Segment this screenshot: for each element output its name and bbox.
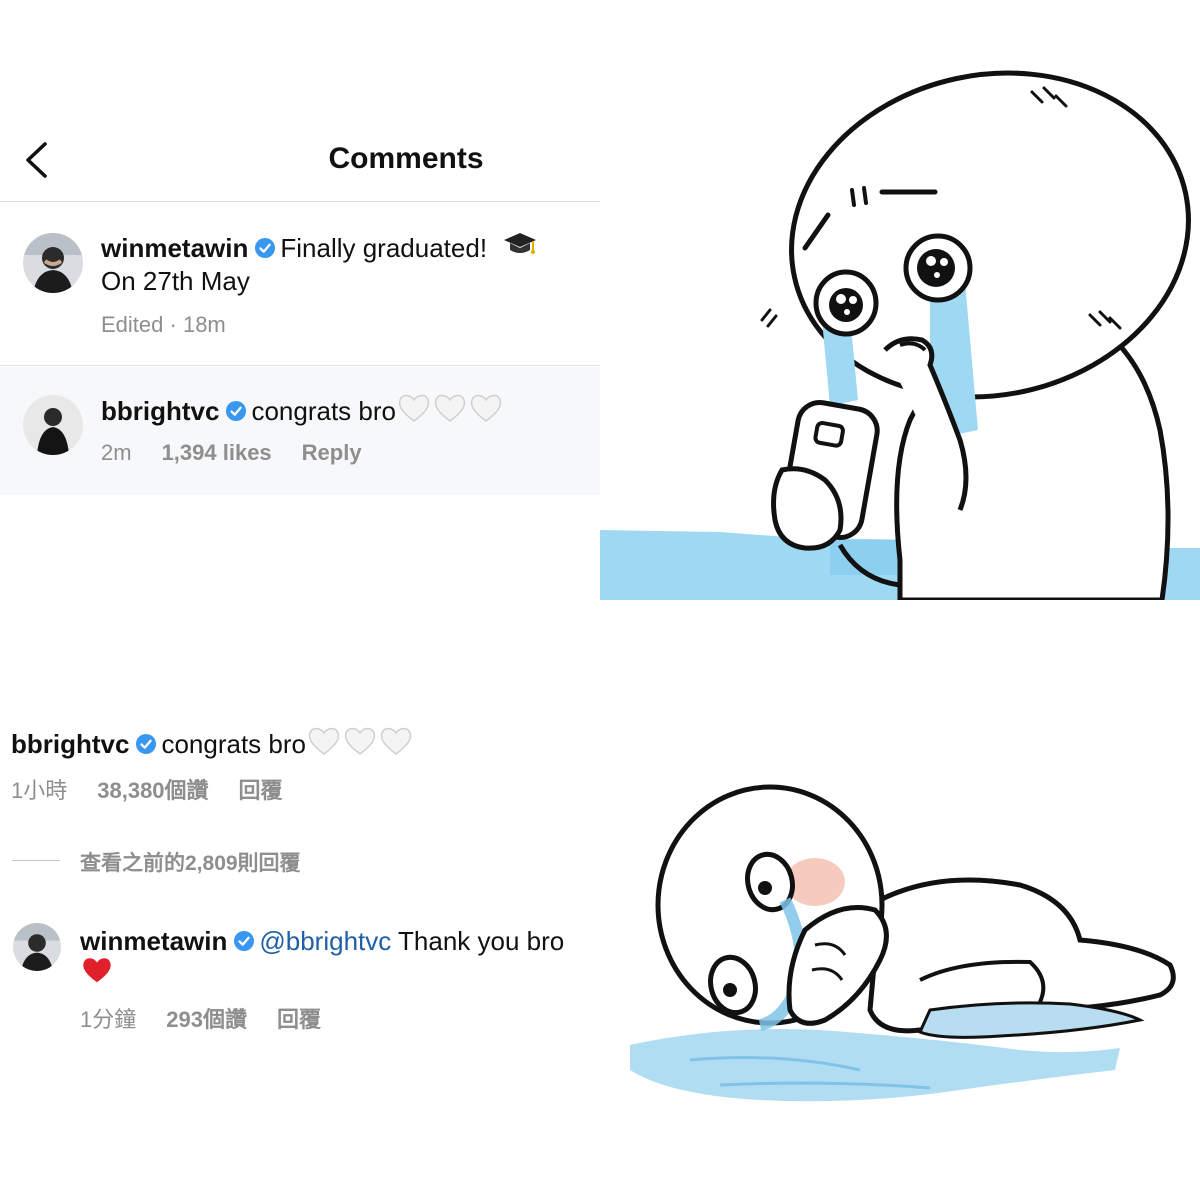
chevron-left-icon	[26, 142, 47, 178]
comments-header: Comments	[0, 118, 600, 202]
comment-username[interactable]: bbrightvc	[101, 396, 219, 426]
verified-badge-icon	[255, 238, 276, 258]
verified-badge-icon	[234, 931, 255, 951]
comment-time: 2m	[101, 440, 132, 465]
back-button[interactable]	[18, 136, 58, 184]
reply-button[interactable]: Reply	[302, 440, 362, 466]
comment-text: congrats bro	[161, 729, 306, 759]
reply-button[interactable]: 回覆	[277, 1002, 321, 1034]
avatar[interactable]	[23, 233, 83, 293]
comment-text: Thank you bro	[398, 926, 565, 956]
verified-badge-icon	[226, 401, 247, 421]
avatar[interactable]	[23, 395, 83, 455]
replies-divider	[12, 860, 60, 861]
comment-text: Finally graduated!	[280, 233, 488, 263]
comment-username[interactable]: winmetawin	[80, 926, 227, 956]
edited-label: Edited	[101, 312, 164, 337]
comment-text: congrats bro	[251, 396, 396, 426]
comment-time: 1分鐘	[80, 1007, 137, 1032]
red-heart-icon	[83, 958, 111, 983]
comment-time: 18m	[182, 312, 226, 337]
comments-screenshot-bottom: bbrightvc congrats bro 1小時 38,380個讚 回覆 查看之前…	[0, 600, 600, 1199]
comment-text-line2: On 27th May	[101, 266, 250, 296]
likes-count[interactable]: 293個讚	[166, 1002, 247, 1034]
white-heart-icon	[306, 727, 414, 759]
comment-line: bbrightvc congrats bro	[11, 725, 414, 761]
avatar[interactable]	[13, 923, 61, 971]
likes-count[interactable]: 38,380個讚	[97, 773, 208, 805]
comment-username[interactable]: winmetawin	[101, 233, 248, 263]
lying-crying-character-illustration	[600, 600, 1200, 1199]
reply-line: winmetawin @bbrightvc Thank you bro	[80, 924, 564, 958]
comment-row-caption: winmetawin Finally graduated! On 27th May…	[0, 203, 600, 366]
comment-username[interactable]: bbrightvc	[11, 729, 129, 759]
reply-button[interactable]: 回覆	[239, 773, 283, 805]
likes-count[interactable]: 1,394 likes	[162, 440, 272, 466]
graduation-cap-icon	[504, 233, 537, 254]
comment-row: bbrightvc congrats bro 2m 1,394 likes Reply	[0, 367, 600, 495]
view-previous-replies-button[interactable]: 查看之前的2,809則回覆	[80, 847, 301, 877]
page-title: Comments	[328, 142, 484, 175]
mention-link[interactable]: @bbrightvc	[259, 926, 391, 956]
white-heart-icon	[396, 394, 504, 426]
comments-screenshot-top: Comments winmetawin Finally graduated! On…	[0, 0, 600, 600]
comment-time: 1小時	[11, 778, 68, 803]
crying-character-illustration	[600, 0, 1200, 600]
verified-badge-icon	[136, 734, 157, 754]
